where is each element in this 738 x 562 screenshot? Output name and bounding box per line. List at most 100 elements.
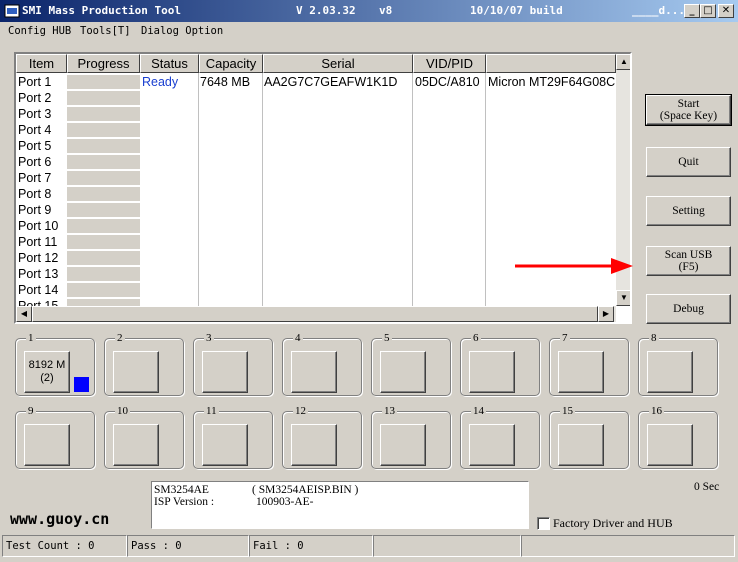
setting-button-label: Setting: [672, 205, 705, 217]
cell-capacity: [200, 234, 262, 250]
menu-config-hub[interactable]: Config HUB: [8, 25, 71, 37]
isp-version: 100903-AE-: [256, 496, 314, 508]
cell-serial: [264, 106, 412, 122]
scroll-left-icon[interactable]: ◀: [16, 306, 32, 322]
maximize-button[interactable]: □: [700, 4, 716, 18]
port-button-12[interactable]: [291, 424, 337, 466]
cell-serial: [264, 218, 412, 234]
cell-product: [488, 202, 616, 218]
cell-serial: [264, 282, 412, 298]
port-grid: Item Progress Status Capacity Serial VID…: [14, 52, 632, 324]
port-panel-label: 3: [204, 332, 214, 344]
cell-serial: AA2G7C7GEAFW1K1D: [264, 75, 398, 89]
cell-vidpid: [415, 218, 485, 234]
scan-usb-button-label: Scan USB: [664, 249, 713, 261]
port-button-14[interactable]: [469, 424, 515, 466]
horizontal-scrollbar[interactable]: ◀ ▶: [16, 306, 616, 322]
scroll-up-icon[interactable]: ▲: [616, 54, 630, 70]
cell-item: Port 3: [18, 107, 52, 121]
cell-capacity: [200, 218, 262, 234]
cell-capacity: [200, 106, 262, 122]
cell-item: Port 7: [18, 171, 52, 185]
col-header-vidpid[interactable]: VID/PID: [413, 54, 486, 73]
scan-usb-button[interactable]: Scan USB (F5): [646, 246, 731, 276]
close-button[interactable]: ✕: [718, 4, 734, 18]
start-button[interactable]: Start (Space Key): [645, 94, 732, 126]
table-row[interactable]: Port 2: [16, 90, 616, 106]
isp-info-box: SM3254AE ( SM3254AEISP.BIN ) ISP Version…: [151, 481, 529, 529]
port-button-8[interactable]: [647, 351, 693, 393]
scroll-down-icon[interactable]: ▼: [616, 290, 630, 306]
col-header-product[interactable]: [486, 54, 616, 73]
port-button-4[interactable]: [291, 351, 337, 393]
cell-item: Port 5: [18, 139, 52, 153]
cell-serial: [264, 122, 412, 138]
table-row[interactable]: Port 7: [16, 170, 616, 186]
cell-status: [142, 90, 198, 106]
progress-bar: [67, 139, 140, 154]
window-version: V 2.03.32: [296, 4, 356, 17]
cell-status: [142, 250, 198, 266]
cell-vidpid: [415, 90, 485, 106]
port-button-16[interactable]: [647, 424, 693, 466]
progress-bar: [67, 155, 140, 170]
menu-dialog-option[interactable]: Dialog Option: [141, 25, 223, 37]
col-header-serial[interactable]: Serial: [263, 54, 413, 73]
port-button-7[interactable]: [558, 351, 604, 393]
col-header-status[interactable]: Status: [140, 54, 199, 73]
port-count: (2): [40, 372, 54, 384]
port-button-11[interactable]: [202, 424, 248, 466]
table-row[interactable]: Port 8: [16, 186, 616, 202]
watermark: www.guoy.cn: [10, 510, 110, 528]
minimize-button[interactable]: _: [684, 4, 700, 18]
menu-bar: Config HUB Tools[T] Dialog Option: [0, 22, 738, 42]
port-button-15[interactable]: [558, 424, 604, 466]
col-header-item[interactable]: Item: [16, 54, 67, 73]
port-button-6[interactable]: [469, 351, 515, 393]
table-row[interactable]: Port 3: [16, 106, 616, 122]
port-button-2[interactable]: [113, 351, 159, 393]
table-row[interactable]: Port 5: [16, 138, 616, 154]
cell-status: [142, 106, 198, 122]
port-button-10[interactable]: [113, 424, 159, 466]
port-button-5[interactable]: [380, 351, 426, 393]
port-button-13[interactable]: [380, 424, 426, 466]
table-row[interactable]: Port 9: [16, 202, 616, 218]
table-row[interactable]: Port 1 Ready 7648 MB AA2G7C7GEAFW1K1D 05DC/A…: [16, 74, 616, 90]
cell-vidpid: 05DC/A810: [415, 75, 480, 89]
port-panel-11: 11: [193, 405, 273, 469]
scroll-right-icon[interactable]: ▶: [598, 306, 614, 322]
port-panel-1: 1 8192 M (2): [15, 332, 95, 396]
cell-status: [142, 234, 198, 250]
controller-name: SM3254AE: [154, 484, 209, 496]
port-button-1[interactable]: 8192 M (2): [24, 351, 70, 393]
menu-tools[interactable]: Tools[T]: [80, 25, 131, 37]
cell-status: [142, 170, 198, 186]
table-row[interactable]: Port 14: [16, 282, 616, 298]
port-status-indicator: [74, 377, 89, 392]
col-header-progress[interactable]: Progress: [67, 54, 140, 73]
cell-item: Port 10: [18, 219, 59, 233]
port-button-3[interactable]: [202, 351, 248, 393]
quit-button[interactable]: Quit: [646, 147, 731, 177]
table-row[interactable]: Port 11: [16, 234, 616, 250]
cell-capacity: [200, 138, 262, 154]
cell-status: [142, 138, 198, 154]
start-button-label: Start: [677, 98, 700, 110]
table-row[interactable]: Port 6: [16, 154, 616, 170]
port-panel-label: 9: [26, 405, 36, 417]
factory-driver-label[interactable]: Factory Driver and HUB: [553, 516, 673, 531]
table-row[interactable]: Port 4: [16, 122, 616, 138]
cell-capacity: [200, 282, 262, 298]
factory-driver-checkbox[interactable]: [537, 517, 550, 530]
col-header-capacity[interactable]: Capacity: [199, 54, 263, 73]
cell-item: Port 9: [18, 203, 52, 217]
progress-bar: [67, 75, 140, 90]
window-title-tail: ____d...: [632, 4, 685, 17]
debug-button[interactable]: Debug: [646, 294, 731, 324]
title-bar: SMI Mass Production Tool V 2.03.32 v8 10…: [0, 0, 738, 22]
setting-button[interactable]: Setting: [646, 196, 731, 226]
table-row[interactable]: Port 10: [16, 218, 616, 234]
port-button-9[interactable]: [24, 424, 70, 466]
horizontal-scroll-thumb[interactable]: [32, 306, 598, 322]
